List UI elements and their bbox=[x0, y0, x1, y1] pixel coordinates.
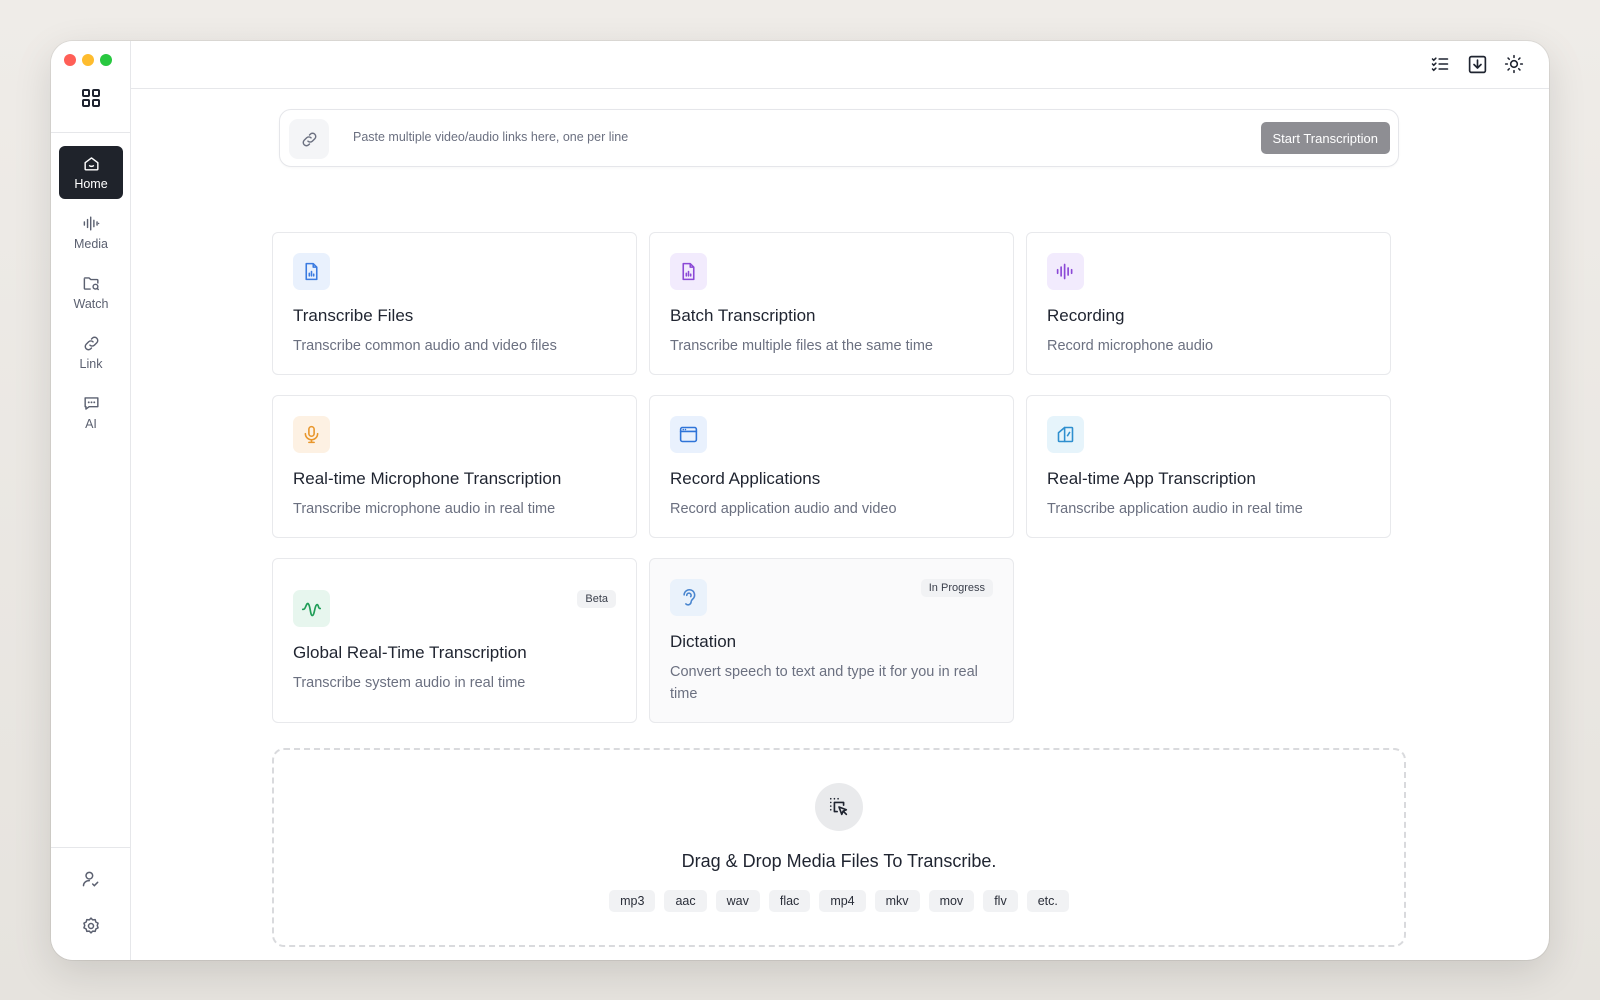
gear-icon[interactable] bbox=[81, 916, 101, 936]
format-tag: mov bbox=[928, 890, 975, 912]
microphone-icon bbox=[293, 416, 330, 453]
sidebar-item-watch[interactable]: Watch bbox=[59, 266, 123, 319]
sidebar-item-label: Link bbox=[79, 357, 103, 371]
format-tag: flac bbox=[768, 890, 811, 912]
format-tag: etc. bbox=[1026, 890, 1069, 912]
sidebar: Home Media Watch Link AI bbox=[51, 41, 131, 960]
app-window: Home Media Watch Link AI Paste multiple … bbox=[51, 41, 1549, 960]
sidebar-divider bbox=[51, 132, 131, 133]
format-tag: wav bbox=[715, 890, 760, 912]
sidebar-item-label: Watch bbox=[73, 297, 109, 311]
signal-wave-icon bbox=[293, 590, 330, 627]
beta-badge: Beta bbox=[577, 590, 616, 608]
card-recording[interactable]: Recording Record microphone audio bbox=[1026, 232, 1391, 375]
card-record-applications[interactable]: Record Applications Record application a… bbox=[649, 395, 1014, 538]
file-chart-icon bbox=[670, 253, 707, 290]
format-tag: mp3 bbox=[609, 890, 656, 912]
user-check-icon[interactable] bbox=[81, 869, 101, 889]
download-icon[interactable] bbox=[1466, 53, 1488, 75]
sidebar-item-home[interactable]: Home bbox=[59, 146, 123, 199]
sidebar-item-label: Home bbox=[74, 177, 108, 191]
card-batch-transcription[interactable]: Batch Transcription Transcribe multiple … bbox=[649, 232, 1014, 375]
format-tag: mkv bbox=[874, 890, 920, 912]
close-window-button[interactable] bbox=[64, 54, 76, 66]
card-title: Real-time App Transcription bbox=[1047, 469, 1256, 488]
link-icon bbox=[289, 119, 329, 159]
card-title: Global Real-Time Transcription bbox=[293, 643, 527, 662]
drop-zone[interactable]: Drag & Drop Media Files To Transcribe. m… bbox=[272, 748, 1406, 947]
sidebar-item-label: AI bbox=[85, 417, 97, 431]
sidebar-item-link[interactable]: Link bbox=[59, 326, 123, 379]
card-transcribe-files[interactable]: Transcribe Files Transcribe common audio… bbox=[272, 232, 637, 375]
drag-drop-icon bbox=[815, 783, 863, 831]
card-realtime-app[interactable]: Real-time App Transcription Transcribe a… bbox=[1026, 395, 1391, 538]
format-tag: flv bbox=[983, 890, 1018, 912]
card-title: Recording bbox=[1047, 306, 1125, 325]
link-icon bbox=[84, 336, 98, 351]
card-description: Record application audio and video bbox=[670, 501, 897, 517]
waveform-icon bbox=[83, 216, 99, 231]
sidebar-divider bbox=[51, 847, 131, 848]
top-bar bbox=[131, 41, 1549, 89]
card-description: Transcribe application audio in real tim… bbox=[1047, 501, 1303, 517]
card-title: Record Applications bbox=[670, 469, 821, 488]
sidebar-item-ai[interactable]: AI bbox=[59, 386, 123, 439]
minimize-window-button[interactable] bbox=[82, 54, 94, 66]
format-list: mp3 aac wav flac mp4 mkv mov flv etc. bbox=[274, 890, 1404, 912]
card-description: Record microphone audio bbox=[1047, 338, 1214, 354]
app-layers-icon bbox=[1047, 416, 1084, 453]
folder-search-icon bbox=[83, 277, 99, 291]
card-dictation[interactable]: In Progress Dictation Convert speech to … bbox=[649, 558, 1014, 723]
app-window-icon bbox=[670, 416, 707, 453]
apps-grid-icon[interactable] bbox=[78, 85, 104, 111]
card-title: Transcribe Files bbox=[293, 306, 414, 325]
start-transcription-button[interactable]: Start Transcription bbox=[1260, 122, 1390, 154]
format-tag: aac bbox=[664, 890, 707, 912]
window-controls bbox=[64, 54, 112, 66]
card-title: Dictation bbox=[670, 632, 737, 651]
sidebar-nav: Home Media Watch Link AI bbox=[59, 146, 123, 446]
ear-icon bbox=[670, 579, 707, 616]
card-description: Transcribe system audio in real time bbox=[293, 675, 526, 691]
card-title: Batch Transcription bbox=[670, 306, 816, 325]
in-progress-badge: In Progress bbox=[920, 579, 993, 597]
waveform-icon bbox=[1047, 253, 1084, 290]
card-description: Transcribe microphone audio in real time bbox=[293, 501, 556, 517]
card-global-realtime[interactable]: Beta Global Real-Time Transcription Tran… bbox=[272, 558, 637, 723]
card-description: Convert speech to text and type it for y… bbox=[670, 664, 978, 702]
sidebar-item-media[interactable]: Media bbox=[59, 206, 123, 259]
maximize-window-button[interactable] bbox=[100, 54, 112, 66]
card-realtime-microphone[interactable]: Real-time Microphone Transcription Trans… bbox=[272, 395, 637, 538]
sidebar-item-label: Media bbox=[73, 237, 109, 251]
card-description: Transcribe common audio and video files bbox=[293, 338, 557, 354]
card-description: Transcribe multiple files at the same ti… bbox=[670, 338, 933, 354]
card-title: Real-time Microphone Transcription bbox=[293, 469, 562, 488]
home-icon bbox=[83, 157, 99, 171]
format-tag: mp4 bbox=[819, 890, 866, 912]
sun-icon[interactable] bbox=[1503, 53, 1525, 75]
file-chart-icon bbox=[293, 253, 330, 290]
link-input-bar: Paste multiple video/audio links here, o… bbox=[279, 109, 1399, 167]
chat-icon bbox=[83, 397, 99, 410]
task-list-icon[interactable] bbox=[1429, 53, 1451, 75]
drop-zone-text: Drag & Drop Media Files To Transcribe. bbox=[681, 851, 997, 871]
links-textarea[interactable]: Paste multiple video/audio links here, o… bbox=[353, 130, 628, 144]
main-content: Paste multiple video/audio links here, o… bbox=[131, 89, 1549, 960]
